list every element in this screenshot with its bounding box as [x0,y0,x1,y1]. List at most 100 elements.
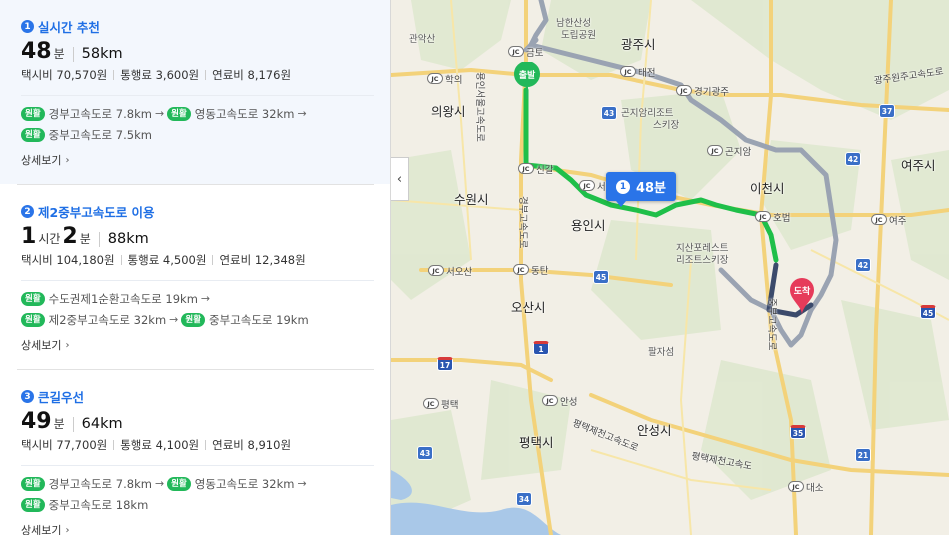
hours-unit: 시간 [38,232,61,246]
jc-marker-icon: JC [508,46,524,57]
route-duration: 1 시간 2 분 88km [21,224,374,249]
route-shield-icon: 35 [790,425,806,439]
callout-route-number: 1 [615,179,630,194]
road-segment-line: 원활 수도권제1순환고속도로 19km → [21,288,374,309]
fuel-cost: 연료비 8,910원 [212,438,292,452]
road-segment: 영동고속도로 32km [194,106,295,121]
chevron-right-icon: › [65,339,70,351]
map-view[interactable]: 남한산성 도립공원 관악산 광주시 의왕시 곤지암리조트 스키장 수원시 용인시… [391,0,949,535]
city-label: 이천시 [750,181,785,196]
city-label: 안성시 [637,423,672,438]
jc-label: 평택 [441,400,459,411]
poi-label: 팔자섬 [648,347,675,358]
poi-label: 곤지암리조트 [621,108,674,119]
jc-label: 금토 [526,48,544,59]
route-shield-icon: 45 [593,270,609,284]
cost-row: 택시비 77,700원 통행료 4,100원 연료비 8,910원 [21,437,374,453]
road-segment-line: 원활 제2중부고속도로 32km → 원활 중부고속도로 19km [21,309,374,330]
cost-row: 택시비 104,180원 통행료 4,500원 연료비 12,348원 [21,252,374,268]
detail-label: 상세보기 [21,339,62,352]
route-shield-icon: 21 [855,448,871,462]
arrow-right-icon: → [169,313,179,326]
jc-marker-icon: JC [518,163,534,174]
jc-marker-icon: JC [542,395,558,406]
arrow-right-icon: → [154,477,165,490]
route-card-3[interactable]: 3 큰길우선 49 분 64km 택시비 77,700원 통행료 4,100원 … [0,370,390,535]
road-segment: 중부고속도로 7.5km [48,127,152,142]
jc-marker-icon: JC [676,85,692,96]
detail-link[interactable]: 상세보기 › [21,337,374,369]
road-segment: 중부고속도로 19km [209,312,309,327]
arrow-right-icon: → [200,292,211,305]
taxi-fare: 택시비 70,570원 [21,68,108,82]
route-distance: 64km [72,417,123,432]
poi-label: 리조트스키장 [676,255,729,266]
taxi-fare: 택시비 104,180원 [21,253,115,267]
minutes-unit: 분 [53,47,65,61]
callout-time: 48분 [635,181,667,196]
route-duration: 49 분 64km [21,409,374,434]
traffic-badge: 원활 [181,312,206,327]
route-time-callout[interactable]: 1 48분 [606,172,676,207]
road-segment: 경부고속도로 7.8km [48,476,152,491]
traffic-badge: 원활 [21,106,45,121]
traffic-badge: 원활 [167,476,191,491]
city-label: 오산시 [511,300,546,315]
traffic-badge: 원활 [21,497,45,512]
taxi-fare: 택시비 77,700원 [21,438,108,452]
poi-label: 지산포레스트 [676,243,729,254]
toll-fee: 통행료 4,500원 [127,253,207,267]
jc-label: 태전 [638,68,656,79]
route-shield-icon: 34 [516,492,532,506]
road-name-label: 경부고속도로 [517,196,528,249]
end-pin-label: 도착 [794,285,811,297]
detail-link[interactable]: 상세보기 › [21,522,374,535]
route-shield-icon: 42 [855,258,871,272]
fuel-cost: 연료비 12,348원 [219,253,306,267]
detail-label: 상세보기 [21,524,62,535]
fuel-cost: 연료비 8,176원 [212,68,292,82]
minutes-unit: 분 [79,232,91,246]
route-shield-icon: 42 [845,152,861,166]
route-shield-icon: 17 [437,357,453,371]
traffic-badge: 원활 [21,127,45,142]
route-shield-icon: 37 [879,104,895,118]
jc-marker-icon: JC [513,264,529,275]
route-shield-icon: 45 [920,305,936,319]
route-distance: 58km [72,47,123,62]
traffic-badge: 원활 [21,291,45,306]
jc-label: 호법 [773,213,791,224]
jc-marker-icon: JC [788,481,804,492]
road-segment: 경부고속도로 7.8km [48,106,152,121]
jc-marker-icon: JC [620,66,636,77]
jc-marker-icon: JC [755,211,771,222]
collapse-panel-button[interactable]: ‹ [391,157,409,201]
jc-label: 경기광주 [694,87,729,98]
poi-label: 스키장 [653,120,680,131]
road-name-label: 중부고속도로 [766,298,777,351]
route-card-1[interactable]: 1 실시간 추천 48 분 58km 택시비 70,570원 통행료 3,600… [0,0,390,184]
jc-marker-icon: JC [427,73,443,84]
road-segment-line: 원활 경부고속도로 7.8km → 원활 영동고속도로 32km → [21,473,374,494]
detail-link[interactable]: 상세보기 › [21,152,374,184]
route-number-badge: 1 [21,20,34,33]
route-number-badge: 2 [21,205,34,218]
route-card-2[interactable]: 2 제2중부고속도로 이용 1 시간 2 분 88km 택시비 104,180원… [0,185,390,369]
detail-label: 상세보기 [21,154,62,167]
route-name: 제2중부고속도로 이용 [38,205,155,220]
arrow-right-icon: → [154,107,165,120]
road-segment: 중부고속도로 18km [48,497,149,512]
chevron-right-icon: › [65,154,70,166]
traffic-badge: 원활 [21,312,45,327]
city-label: 평택시 [519,435,554,450]
toll-fee: 통행료 4,100원 [120,438,200,452]
jc-marker-icon: JC [423,398,439,409]
poi-label: 관악산 [409,34,436,45]
traffic-badge: 원활 [167,106,191,121]
chevron-right-icon: › [65,524,70,535]
route-number-badge: 3 [21,390,34,403]
jc-marker-icon: JC [707,145,723,156]
jc-label: 대소 [806,483,824,494]
city-label: 용인시 [571,218,606,233]
city-label: 수원시 [454,192,489,207]
